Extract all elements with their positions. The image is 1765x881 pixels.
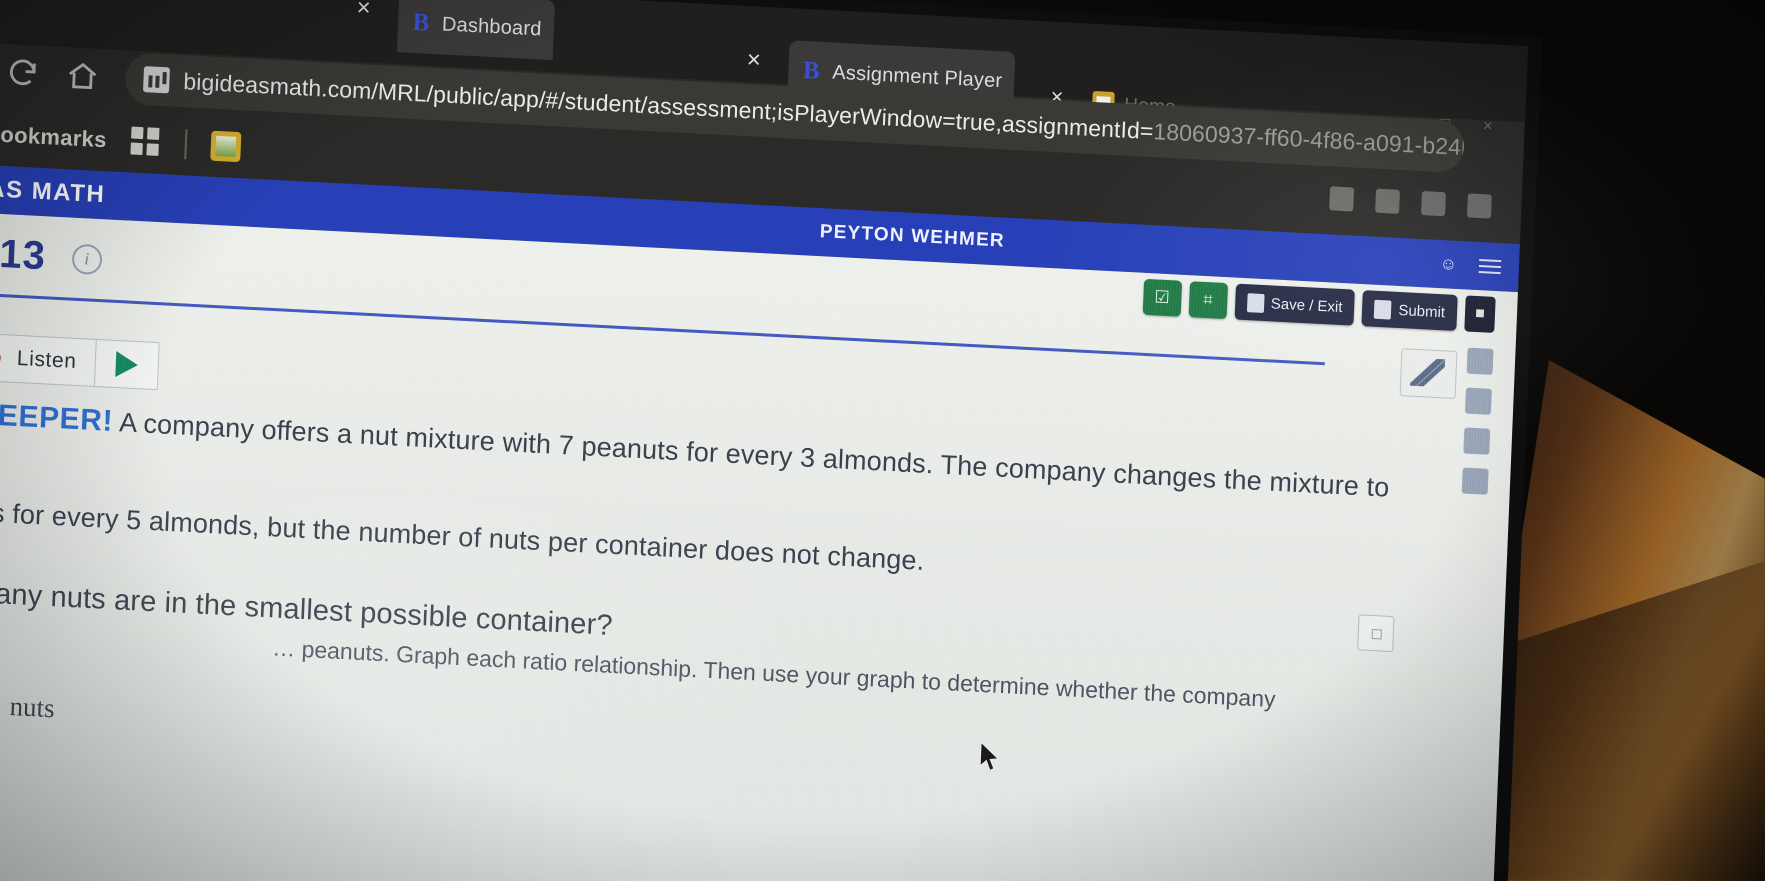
header-divider bbox=[0, 291, 1325, 366]
bigideasmath-icon bbox=[410, 10, 433, 37]
extension-icon[interactable] bbox=[1375, 188, 1401, 214]
dig-deeper-tag: DIG DEEPER! bbox=[0, 395, 114, 438]
eraser-tool-icon[interactable] bbox=[1463, 427, 1491, 455]
laptop-screen-photo: Clever | Portal × Dashboard × Assignment… bbox=[0, 0, 1765, 881]
assessment-content: #13 i ☑ ⌗ Save / Exit Submit ■ Listen DE… bbox=[0, 211, 1518, 881]
speaker-icon bbox=[0, 347, 5, 368]
bookmarks-folder-label[interactable]: 3D Bookmarks bbox=[0, 119, 107, 153]
app-shortcut-icon[interactable] bbox=[209, 130, 242, 163]
account-icon[interactable]: ☺ bbox=[1439, 254, 1457, 275]
laptop-screen: Clever | Portal × Dashboard × Assignment… bbox=[0, 0, 1543, 881]
tab-close-icon[interactable]: × bbox=[356, 0, 371, 23]
extension-icon[interactable] bbox=[1329, 186, 1355, 212]
submit-button[interactable]: Submit bbox=[1361, 290, 1458, 331]
listen-button[interactable]: Listen bbox=[0, 333, 97, 386]
listen-play-button[interactable] bbox=[95, 340, 159, 389]
hamburger-menu-icon[interactable] bbox=[1478, 255, 1502, 278]
answer-row: nuts bbox=[0, 680, 56, 731]
student-name-label: PEYTON WEHMER bbox=[819, 221, 1006, 252]
reference-button[interactable]: ⌗ bbox=[1188, 281, 1228, 320]
notes-tool-icon[interactable] bbox=[1466, 347, 1494, 375]
submit-label: Submit bbox=[1398, 301, 1446, 321]
question-text: DIG DEEPER! A company offers a nut mixtu… bbox=[0, 386, 1431, 694]
question-header: #13 i bbox=[0, 231, 103, 282]
info-icon[interactable]: i bbox=[71, 243, 103, 275]
extension-icon[interactable] bbox=[1421, 191, 1446, 217]
listen-label: Listen bbox=[16, 346, 77, 373]
address-bar-url-dim: 18060937-ff60-4f86-a091-b24b9178bc13 bbox=[1152, 117, 1465, 166]
calculator-button[interactable]: ☑ bbox=[1142, 278, 1182, 317]
app-header-actions: ☺ bbox=[1439, 253, 1502, 278]
reload-icon[interactable] bbox=[5, 55, 40, 91]
tab-title: Dashboard bbox=[441, 12, 543, 40]
app-brand-title: IDEAS MATH bbox=[0, 172, 106, 209]
answer-unit-label: nuts bbox=[9, 690, 56, 723]
toolbar-extension-icons[interactable] bbox=[1329, 186, 1492, 219]
page-icon bbox=[142, 66, 171, 94]
highlight-tool-icon[interactable] bbox=[1464, 387, 1492, 415]
listen-control[interactable]: Listen bbox=[0, 332, 160, 391]
flag-tool-icon[interactable] bbox=[1461, 467, 1489, 495]
bookmarks-divider bbox=[183, 129, 188, 160]
tool-rail bbox=[1458, 347, 1498, 495]
submit-icon bbox=[1374, 299, 1392, 320]
save-exit-label: Save / Exit bbox=[1270, 294, 1343, 316]
play-triangle-icon bbox=[114, 351, 138, 379]
question-number: #13 bbox=[0, 230, 47, 279]
close-button[interactable]: ■ bbox=[1464, 295, 1496, 333]
question-sentence-1: A company offers a nut mixture with 7 pe… bbox=[118, 407, 1391, 503]
save-exit-button[interactable]: Save / Exit bbox=[1234, 283, 1356, 326]
pencil-tool-icon[interactable] bbox=[1399, 348, 1458, 400]
save-icon bbox=[1246, 292, 1265, 313]
home-icon[interactable] bbox=[65, 58, 100, 94]
profile-icon[interactable] bbox=[1466, 193, 1492, 219]
apps-grid-icon[interactable] bbox=[130, 126, 161, 159]
